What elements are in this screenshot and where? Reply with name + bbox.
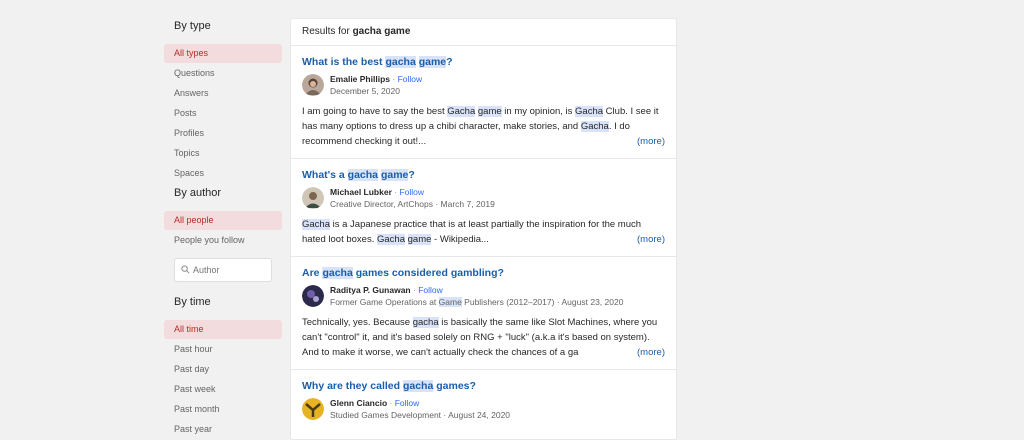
filter-past-hour[interactable]: Past hour (164, 340, 282, 359)
result-card: What's a gacha game? Michael Lubker · Fo… (291, 159, 676, 257)
question-title[interactable]: What is the best gacha game? (302, 56, 665, 68)
by-time-title: By time (174, 296, 211, 308)
filter-all-types[interactable]: All types (164, 44, 282, 63)
filter-all-time[interactable]: All time (164, 320, 282, 339)
by-type-title: By type (174, 20, 211, 32)
filter-profiles[interactable]: Profiles (164, 124, 282, 143)
follow-button[interactable]: Follow (398, 74, 423, 84)
author-name[interactable]: Raditya P. Gunawan (330, 285, 411, 295)
question-title[interactable]: Are gacha games considered gambling? (302, 267, 665, 279)
filter-past-week[interactable]: Past week (164, 380, 282, 399)
author-row: Glenn Ciancio · Follow Studied Games Dev… (302, 398, 665, 422)
filter-questions[interactable]: Questions (164, 64, 282, 83)
more-link[interactable]: (more) (631, 232, 665, 247)
results-panel: Results for gacha game What is the best … (290, 18, 677, 440)
follow-button[interactable]: Follow (395, 398, 420, 408)
author-row: Michael Lubker · Follow Creative Directo… (302, 187, 665, 211)
filter-past-year[interactable]: Past year (164, 420, 282, 439)
filter-sidebar: By type All types Questions Answers Post… (164, 18, 282, 440)
author-credential: Studied Games Development · August 24, 2… (330, 410, 511, 420)
author-name[interactable]: Michael Lubker (330, 187, 392, 197)
avatar[interactable] (302, 285, 324, 307)
by-author-title: By author (174, 187, 222, 199)
avatar[interactable] (302, 74, 324, 96)
filter-topics[interactable]: Topics (164, 144, 282, 163)
author-search-input[interactable] (193, 262, 263, 277)
avatar[interactable] (302, 398, 324, 420)
follow-button[interactable]: Follow (399, 187, 424, 197)
filter-answers[interactable]: Answers (164, 84, 282, 103)
filter-past-day[interactable]: Past day (164, 360, 282, 379)
follow-button[interactable]: Follow (418, 285, 443, 295)
author-credential: Former Game Operations at Game Publisher… (330, 297, 624, 307)
answer-snippet[interactable]: Technically, yes. Because gacha is basic… (302, 315, 665, 369)
filter-all-people[interactable]: All people (164, 211, 282, 230)
results-prefix: Results for (302, 26, 350, 37)
filter-spaces[interactable]: Spaces (164, 164, 282, 183)
results-query: gacha game (352, 26, 411, 37)
more-link[interactable]: (more) (631, 134, 665, 149)
results-header: Results for gacha game (291, 19, 676, 46)
question-title[interactable]: Why are they called gacha games? (302, 380, 665, 392)
avatar[interactable] (302, 187, 324, 209)
author-credential: December 5, 2020 (330, 86, 400, 96)
author-name[interactable]: Emalie Phillips (330, 74, 390, 84)
author-search-box[interactable] (174, 258, 272, 282)
answer-snippet[interactable]: Gacha is a Japanese practice that is at … (302, 217, 665, 256)
filter-posts[interactable]: Posts (164, 104, 282, 123)
filter-people-you-follow[interactable]: People you follow (164, 231, 282, 250)
author-credential: Creative Director, ArtChops · March 7, 2… (330, 199, 495, 209)
search-icon (181, 265, 190, 274)
author-row: Emalie Phillips · Follow December 5, 202… (302, 74, 665, 98)
question-title[interactable]: What's a gacha game? (302, 169, 665, 181)
result-card: Why are they called gacha games? Glenn C… (291, 370, 676, 422)
filter-past-month[interactable]: Past month (164, 400, 282, 419)
author-row: Raditya P. Gunawan · Follow Former Game … (302, 285, 665, 309)
result-card: Are gacha games considered gambling? Rad… (291, 257, 676, 370)
answer-snippet[interactable]: I am going to have to say the best Gacha… (302, 104, 665, 158)
more-link[interactable]: (more) (631, 345, 665, 360)
result-card: What is the best gacha game? Emalie Phil… (291, 46, 676, 159)
author-name[interactable]: Glenn Ciancio (330, 398, 387, 408)
